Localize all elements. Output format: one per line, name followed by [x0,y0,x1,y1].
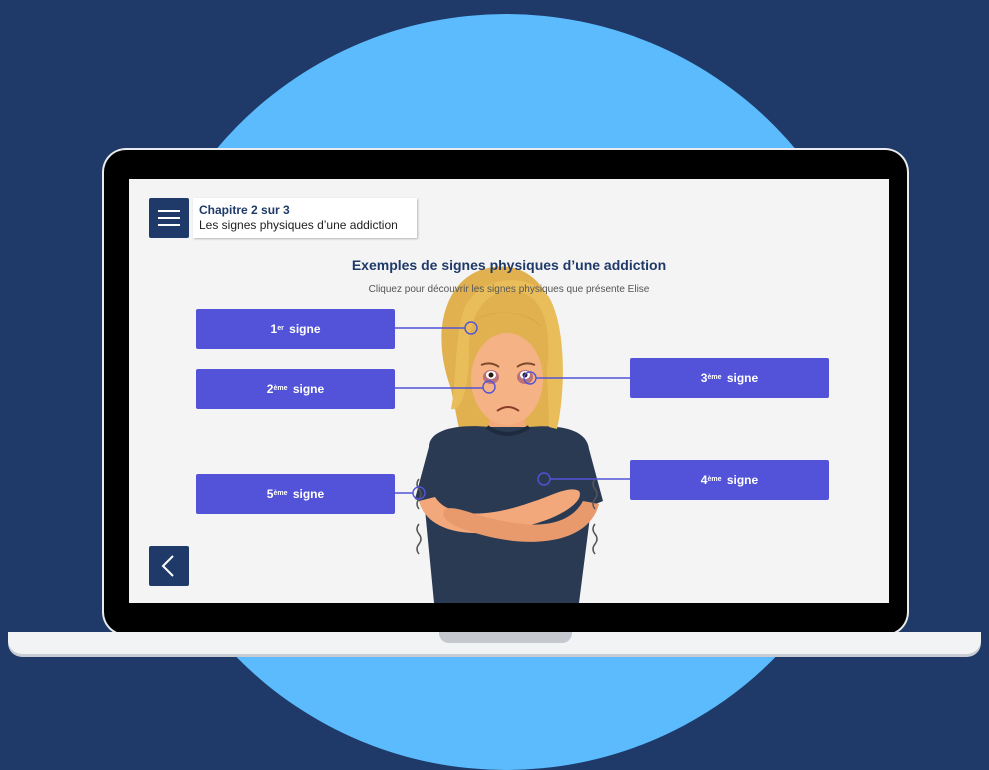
course-screen: Chapitre 2 sur 3 Les signes physiques d’… [129,179,889,603]
chevron-left-icon [161,555,174,577]
marker-sign-2 [482,380,496,394]
page-subtitle: Cliquez pour découvrir les signes physiq… [368,284,650,295]
hamburger-icon [158,210,180,212]
chapter-title: Les signes physiques d’une addiction [199,218,398,232]
sign-3-button[interactable]: 3 ème signe [630,358,829,398]
sign-2-button[interactable]: 2 ème signe [196,369,395,409]
menu-button[interactable] [149,198,189,238]
back-button[interactable] [149,546,189,586]
marker-sign-3 [523,371,537,385]
laptop-notch [439,632,572,643]
sign-5-button[interactable]: 5 ème signe [196,474,395,514]
chapter-indicator: Chapitre 2 sur 3 Les signes physiques d’… [193,198,417,238]
marker-sign-5 [412,486,426,500]
chapter-number: Chapitre 2 sur 3 [199,203,290,217]
marker-sign-1 [464,321,478,335]
sign-4-button[interactable]: 4 ème signe [630,460,829,500]
marker-sign-4 [537,472,551,486]
sign-1-button[interactable]: 1 er signe [196,309,395,349]
page-title: Exemples de signes physiques d’une addic… [351,257,667,273]
